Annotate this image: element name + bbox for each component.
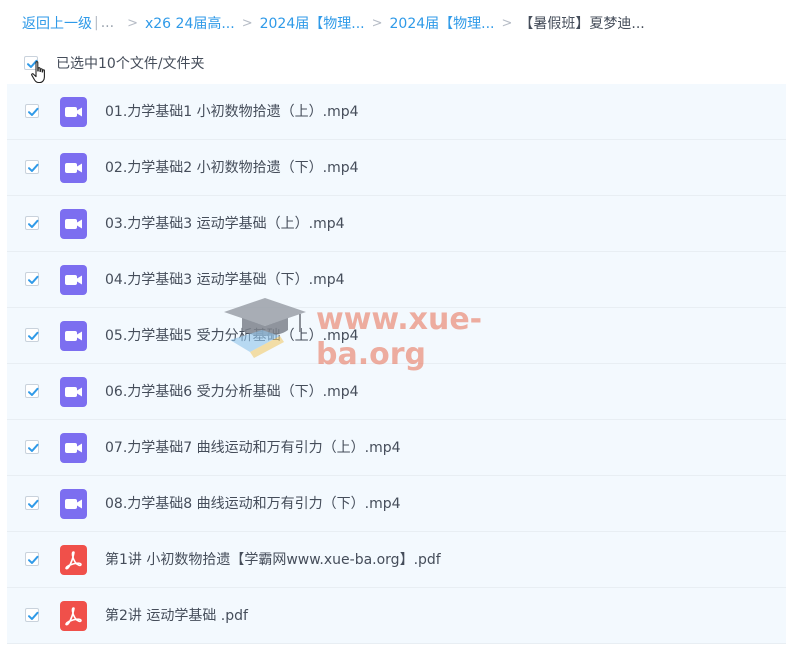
selection-count-text: 已选中10个文件/文件夹: [56, 56, 205, 72]
file-list: 01.力学基础1 小初数物拾遗（上）.mp4 02.力学基础2 小初数物拾遗（下）…: [7, 84, 786, 644]
file-row[interactable]: 04.力学基础3 运动学基础（下）.mp4: [7, 252, 786, 308]
breadcrumb-item[interactable]: 2024届【物理...: [260, 13, 365, 33]
video-camera-icon: [65, 331, 82, 341]
pdf-file-icon: [60, 545, 87, 575]
hand-pointer-icon: [31, 61, 45, 84]
file-name[interactable]: 06.力学基础6 受力分析基础（下）.mp4: [105, 381, 359, 401]
file-row[interactable]: 07.力学基础7 曲线运动和万有引力（上）.mp4: [7, 420, 786, 476]
breadcrumb-current: 【暑假班】夏梦迪...: [519, 16, 645, 32]
video-file-icon: [60, 209, 87, 239]
file-name[interactable]: 08.力学基础8 曲线运动和万有引力（下）.mp4: [105, 493, 401, 513]
file-row[interactable]: 第1讲 小初数物拾遗【学霸网www.xue-ba.org】.pdf: [7, 532, 786, 588]
file-checkbox[interactable]: [25, 328, 39, 342]
check-icon: [28, 219, 39, 228]
breadcrumb-separator: >: [371, 15, 383, 31]
video-camera-icon: [65, 163, 82, 173]
breadcrumb-separator: >: [501, 15, 513, 31]
video-file-icon: [60, 153, 87, 183]
file-row[interactable]: 01.力学基础1 小初数物拾遗（上）.mp4: [7, 84, 786, 140]
file-checkbox[interactable]: [25, 552, 39, 566]
video-file-icon: [60, 489, 87, 519]
breadcrumb-item[interactable]: 2024届【物理...: [390, 13, 495, 33]
check-icon: [28, 331, 39, 340]
video-file-icon: [60, 265, 87, 295]
breadcrumb-separator: >: [127, 15, 138, 31]
breadcrumb-item[interactable]: x26 24届高...: [145, 13, 235, 33]
file-checkbox[interactable]: [25, 384, 39, 398]
check-icon: [28, 387, 39, 396]
file-checkbox[interactable]: [25, 272, 39, 286]
file-name[interactable]: 07.力学基础7 曲线运动和万有引力（上）.mp4: [105, 437, 401, 457]
file-row[interactable]: 06.力学基础6 受力分析基础（下）.mp4: [7, 364, 786, 420]
video-camera-icon: [65, 107, 82, 117]
video-file-icon: [60, 433, 87, 463]
breadcrumb-ellipsis[interactable]: ...: [101, 15, 114, 31]
video-file-icon: [60, 97, 87, 127]
file-checkbox[interactable]: [25, 160, 39, 174]
file-row[interactable]: 第2讲 运动学基础 .pdf: [7, 588, 786, 644]
file-name[interactable]: 01.力学基础1 小初数物拾遗（上）.mp4: [105, 101, 359, 121]
file-name[interactable]: 03.力学基础3 运动学基础（上）.mp4: [105, 213, 345, 233]
check-icon: [28, 107, 39, 116]
pdf-acrobat-icon: [65, 551, 82, 570]
file-checkbox[interactable]: [25, 440, 39, 454]
check-icon: [28, 275, 39, 284]
file-checkbox[interactable]: [25, 216, 39, 230]
breadcrumb: 返回上一级 | ... > x26 24届高... > 2024届【物理... …: [22, 12, 645, 34]
video-camera-icon: [65, 275, 82, 285]
file-row[interactable]: 02.力学基础2 小初数物拾遗（下）.mp4: [7, 140, 786, 196]
video-camera-icon: [65, 387, 82, 397]
check-icon: [28, 163, 39, 172]
file-name[interactable]: 05.力学基础5 受力分析基础（上）.mp4: [105, 325, 359, 345]
file-row[interactable]: 08.力学基础8 曲线运动和万有引力（下）.mp4: [7, 476, 786, 532]
file-checkbox[interactable]: [25, 104, 39, 118]
video-camera-icon: [65, 219, 82, 229]
file-row[interactable]: 03.力学基础3 运动学基础（上）.mp4: [7, 196, 786, 252]
back-link[interactable]: 返回上一级: [22, 13, 92, 33]
breadcrumb-divider: |: [94, 15, 99, 31]
check-icon: [28, 555, 39, 564]
video-camera-icon: [65, 443, 82, 453]
file-name[interactable]: 第1讲 小初数物拾遗【学霸网www.xue-ba.org】.pdf: [105, 549, 441, 569]
check-icon: [28, 611, 39, 620]
pdf-acrobat-icon: [65, 607, 82, 626]
video-file-icon: [60, 321, 87, 351]
selection-bar: 已选中10个文件/文件夹: [24, 52, 205, 74]
file-name[interactable]: 第2讲 运动学基础 .pdf: [105, 605, 248, 625]
file-row[interactable]: 05.力学基础5 受力分析基础（上）.mp4: [7, 308, 786, 364]
pdf-file-icon: [60, 601, 87, 631]
check-icon: [28, 443, 39, 452]
file-checkbox[interactable]: [25, 496, 39, 510]
breadcrumb-separator: >: [241, 15, 253, 31]
video-file-icon: [60, 377, 87, 407]
file-checkbox[interactable]: [25, 608, 39, 622]
video-camera-icon: [65, 499, 82, 509]
file-name[interactable]: 02.力学基础2 小初数物拾遗（下）.mp4: [105, 157, 359, 177]
file-name[interactable]: 04.力学基础3 运动学基础（下）.mp4: [105, 269, 345, 289]
check-icon: [28, 499, 39, 508]
